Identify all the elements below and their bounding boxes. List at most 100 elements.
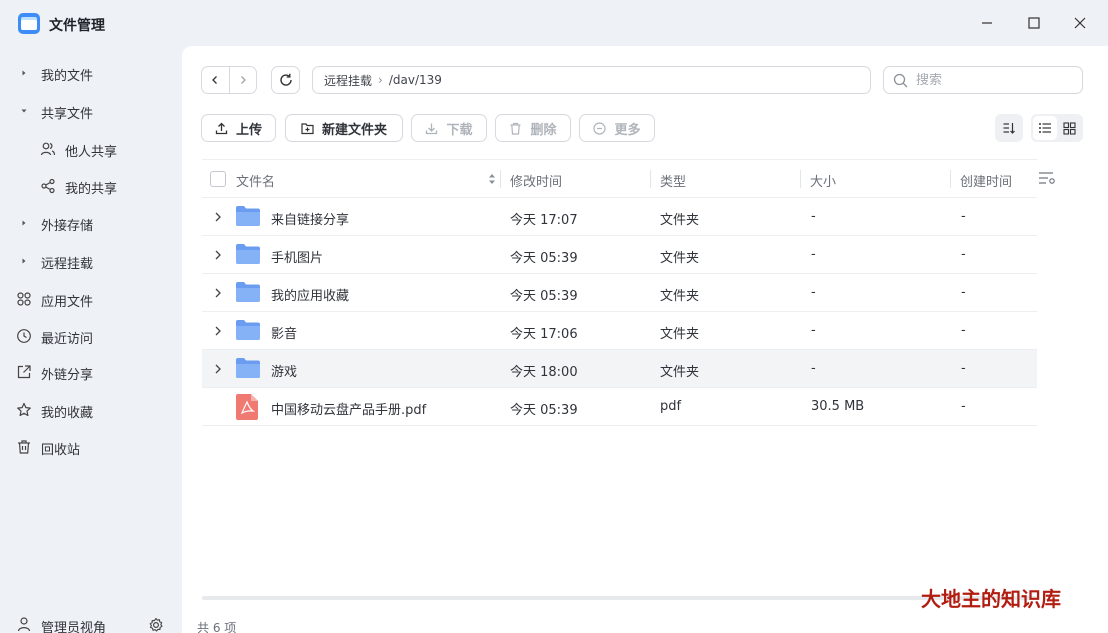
file-name[interactable]: 影音 [271,323,297,342]
new-folder-icon [301,122,314,134]
file-modified: 今天 05:39 [510,289,578,304]
sidebar-item-external-links[interactable]: 外链分享 [0,355,182,389]
sidebar-item-recent[interactable]: 最近访问 [0,319,182,353]
file-type: 文件夹 [660,251,700,266]
file-type: 文件夹 [660,327,700,342]
chevron-right-icon[interactable] [214,250,222,260]
close-icon [1074,17,1086,29]
table-row[interactable]: 来自链接分享 今天 17:07 文件夹 - - [202,198,1037,236]
upload-label: 上传 [235,122,262,138]
column-divider[interactable] [650,170,651,188]
close-button[interactable] [1057,8,1103,38]
list-view-button[interactable] [1033,116,1057,140]
upload-icon [215,122,228,134]
table-row[interactable]: 中国移动云盘产品手册.pdf 今天 05:39 pdf 30.5 MB - [202,388,1037,426]
download-label: 下载 [446,122,473,138]
refresh-button[interactable] [271,66,300,94]
folder-icon [236,320,260,340]
arrow-right-icon [22,70,26,76]
more-button[interactable]: 更多 [579,114,655,142]
star-icon [17,402,31,417]
file-created: - [961,247,966,262]
table-row[interactable]: 我的应用收藏 今天 05:39 文件夹 - - [202,274,1037,312]
sidebar-item-app-files[interactable]: 应用文件 [0,282,182,316]
table-row[interactable]: 游戏 今天 18:00 文件夹 - - [202,350,1037,388]
sidebar-item-label: 外接存储 [41,219,94,234]
chevron-right-icon[interactable] [214,212,222,222]
arrow-right-icon [22,258,26,264]
file-name[interactable]: 游戏 [271,361,297,380]
sidebar-item-label: 最近访问 [41,332,94,347]
arrow-down-icon [21,109,27,113]
sidebar-item-recycle-bin[interactable]: 回收站 [0,430,182,464]
file-name[interactable]: 手机图片 [271,247,323,266]
sidebar-item-remote-mount[interactable]: 远程挂载 [0,244,182,278]
file-size: - [811,247,816,262]
download-button[interactable]: 下载 [411,114,487,142]
file-modified: 今天 17:07 [510,213,578,228]
file-name[interactable]: 我的应用收藏 [271,285,349,304]
header-size[interactable]: 大小 [810,171,836,190]
upload-button[interactable]: 上传 [201,114,276,142]
folder-icon [236,244,260,264]
sidebar-item-external-storage[interactable]: 外接存储 [0,206,182,240]
grid-view-button[interactable] [1057,116,1081,140]
sidebar: 我的文件 共享文件 他人共享 我的共享 外接存储 远程挂载 应用文件 最近访问 … [0,46,182,633]
chevron-right-icon [240,76,246,84]
minimize-button[interactable] [964,8,1010,38]
column-settings-icon[interactable] [1038,171,1056,185]
sidebar-item-my-shares[interactable]: 我的共享 [0,169,182,203]
table-header: 文件名 修改时间 类型 大小 创建时间 [202,159,1037,198]
horizontal-scrollbar[interactable] [202,596,1037,600]
sidebar-item-my-files[interactable]: 我的文件 [0,56,182,90]
file-created: - [961,285,966,300]
column-divider[interactable] [500,170,501,188]
admin-view-item[interactable]: 管理员视角 [0,610,182,633]
table-row[interactable]: 影音 今天 17:06 文件夹 - - [202,312,1037,350]
sidebar-item-label: 共享文件 [41,107,94,122]
back-button[interactable] [202,67,230,93]
trash-icon [510,122,521,135]
header-modified[interactable]: 修改时间 [510,171,562,190]
sort-toggle-icon[interactable] [487,172,497,186]
sort-button[interactable] [995,114,1023,142]
breadcrumb[interactable]: 远程挂载 › /dav/139 [312,66,871,94]
sidebar-item-shared-files[interactable]: 共享文件 [0,94,182,128]
header-created[interactable]: 创建时间 [960,171,1012,190]
header-name[interactable]: 文件名 [236,171,275,190]
new-folder-button[interactable]: 新建文件夹 [285,114,403,142]
search-box[interactable] [883,66,1083,94]
sidebar-item-favorites[interactable]: 我的收藏 [0,393,182,427]
view-toggle [1031,114,1083,142]
file-manager-app-icon [18,13,40,34]
file-type: pdf [660,399,682,414]
file-name[interactable]: 来自链接分享 [271,209,349,228]
maximize-button[interactable] [1011,8,1057,38]
delete-button[interactable]: 删除 [495,114,571,142]
chevron-right-icon[interactable] [214,288,222,298]
sidebar-item-label: 我的文件 [41,69,94,84]
file-name[interactable]: 中国移动云盘产品手册.pdf [271,399,426,418]
arrow-right-icon [22,220,26,226]
sidebar-item-label: 应用文件 [41,295,94,310]
file-size: 30.5 MB [811,399,865,414]
chevron-right-icon[interactable] [214,364,222,374]
main-panel: 远程挂载 › /dav/139 上传 新建文件夹 下载 删除 更多 [182,46,1108,633]
gear-icon[interactable] [148,617,164,633]
sidebar-item-shared-with-me[interactable]: 他人共享 [0,132,182,166]
search-input[interactable] [916,72,1066,88]
breadcrumb-item[interactable]: 远程挂载 [324,72,372,89]
header-type[interactable]: 类型 [660,171,686,190]
select-all-checkbox[interactable] [210,171,226,187]
breadcrumb-item[interactable]: /dav/139 [389,73,442,87]
sort-icon [1003,123,1015,134]
chevron-right-icon[interactable] [214,326,222,336]
file-created: - [961,323,966,338]
column-divider[interactable] [950,170,951,188]
column-divider[interactable] [800,170,801,188]
table-row[interactable]: 手机图片 今天 05:39 文件夹 - - [202,236,1037,274]
more-icon [593,121,607,135]
forward-button[interactable] [230,67,257,93]
file-created: - [961,361,966,376]
sidebar-item-label: 我的收藏 [41,406,94,421]
